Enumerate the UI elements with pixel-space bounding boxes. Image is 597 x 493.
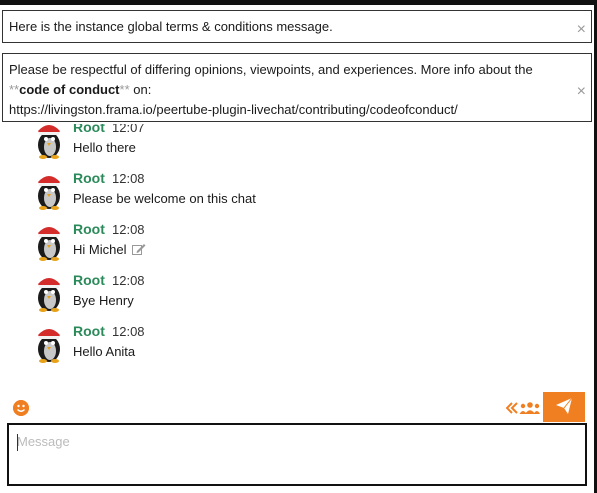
message-text: Hello Anita <box>73 344 136 359</box>
message-composer <box>7 423 587 486</box>
message-nick[interactable]: Root <box>73 124 105 135</box>
chat-message: Root 12:08 Hello Anita <box>33 323 573 369</box>
penguin-avatar[interactable] <box>33 274 65 312</box>
terms-banner: Here is the instance global terms & cond… <box>2 10 592 43</box>
markdown-close-mark: ** <box>119 82 130 97</box>
message-text: Please be welcome on this chat <box>73 191 256 206</box>
message-text: Hi Michel <box>73 242 146 257</box>
message-nick[interactable]: Root <box>73 221 105 237</box>
message-time: 12:07 <box>112 124 145 135</box>
message-nick[interactable]: Root <box>73 272 105 288</box>
conduct-banner-line2: **code of conduct** on: <box>9 80 561 100</box>
conduct-suffix: on: <box>129 82 152 97</box>
message-text: Hello there <box>73 140 136 155</box>
markdown-open-mark: ** <box>9 82 20 97</box>
chat-message: Root 12:07 Hello there <box>33 124 573 165</box>
chat-toolbar <box>0 392 594 422</box>
conduct-bold-text: code of conduct <box>19 82 120 97</box>
conduct-url[interactable]: https://livingston.frama.io/peertube-plu… <box>9 100 561 120</box>
penguin-avatar[interactable] <box>33 172 65 210</box>
smiley-icon[interactable] <box>13 400 29 416</box>
message-list: Root 12:07 Hello there Root 12:08 Please… <box>0 124 594 384</box>
message-input[interactable] <box>9 425 585 484</box>
terms-close-icon[interactable]: × <box>577 22 586 38</box>
message-nick[interactable]: Root <box>73 323 105 339</box>
message-time: 12:08 <box>112 171 145 186</box>
chat-message: Root 12:08 Bye Henry <box>33 272 573 318</box>
send-button[interactable] <box>543 392 585 422</box>
conduct-banner: Please be respectful of differing opinio… <box>2 53 592 122</box>
top-bar <box>0 0 597 5</box>
message-text: Bye Henry <box>73 293 134 308</box>
message-time: 12:08 <box>112 324 145 339</box>
conduct-close-icon[interactable]: × <box>577 84 586 100</box>
pencil-edit-icon <box>132 244 146 255</box>
penguin-avatar[interactable] <box>33 223 65 261</box>
text-caret <box>17 434 18 451</box>
chat-message: Root 12:08 Please be welcome on this cha… <box>33 170 573 216</box>
occupants-icon[interactable] <box>506 400 540 416</box>
paper-plane-icon <box>556 397 573 414</box>
message-time: 12:08 <box>112 222 145 237</box>
message-time: 12:08 <box>112 273 145 288</box>
penguin-avatar[interactable] <box>33 124 65 159</box>
message-text-content: Hi Michel <box>73 242 127 257</box>
penguin-avatar[interactable] <box>33 325 65 363</box>
chat-message: Root 12:08 Hi Michel <box>33 221 573 267</box>
terms-banner-text: Here is the instance global terms & cond… <box>9 19 333 34</box>
conduct-banner-line1: Please be respectful of differing opinio… <box>9 62 533 77</box>
message-nick[interactable]: Root <box>73 170 105 186</box>
